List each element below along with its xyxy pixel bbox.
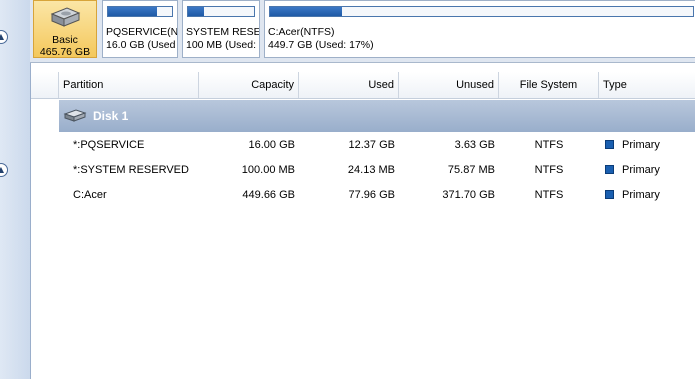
usage-bar — [107, 6, 173, 17]
collapse-section-icon[interactable]: ▲ — [0, 163, 8, 177]
primary-partition-icon — [605, 165, 614, 174]
cell-unused: 3.63 GB — [454, 139, 495, 151]
header-type[interactable]: Type — [599, 72, 695, 98]
primary-partition-icon — [605, 140, 614, 149]
cell-unused: 371.70 GB — [442, 189, 495, 201]
partition-block-usage: 449.7 GB (Used: 17%) — [268, 39, 374, 51]
cell-capacity: 16.00 GB — [248, 139, 295, 151]
cell-used: 24.13 MB — [347, 164, 395, 176]
partition-block-pqservice[interactable]: PQSERVICE(NT 16.0 GB (Used — [102, 0, 178, 58]
cell-used: 12.37 GB — [348, 139, 395, 151]
partition-block-name: PQSERVICE(NT — [106, 26, 178, 38]
cell-partition: *:SYSTEM RESERVED — [73, 164, 189, 176]
partition-block-c-acer[interactable]: C:Acer(NTFS) 449.7 GB (Used: 17%) — [264, 0, 695, 58]
cell-file-system: NTFS — [534, 189, 564, 201]
collapse-section-icon[interactable]: ▲ — [0, 30, 8, 44]
disk-group-label: Disk 1 — [93, 109, 129, 123]
usage-bar — [269, 6, 694, 17]
partition-table: Partition Capacity Used Unused File Syst… — [31, 72, 695, 379]
disk-size-label: 465.76 GB — [39, 46, 91, 58]
cell-file-system: NTFS — [534, 164, 564, 176]
partition-block-name: SYSTEM RESERVED — [186, 26, 260, 38]
cell-type: Primary — [599, 133, 695, 158]
cell-used: 77.96 GB — [348, 189, 395, 201]
cell-capacity: 100.00 MB — [241, 164, 295, 176]
primary-partition-icon — [605, 190, 614, 199]
cell-type-label: Primary — [622, 164, 660, 176]
disk-group-row[interactable]: Disk 1 — [59, 100, 695, 132]
left-panel-edge: ▲ ▲ — [0, 0, 31, 379]
table-header: Partition Capacity Used Unused File Syst… — [31, 72, 695, 99]
cell-file-system: NTFS — [534, 139, 564, 151]
hard-disk-icon — [63, 109, 87, 126]
cell-type-label: Primary — [622, 139, 660, 151]
table-row[interactable]: *:SYSTEM RESERVED 100.00 MB 24.13 MB 75.… — [31, 158, 695, 183]
disk-type-label: Basic — [52, 34, 78, 46]
table-row[interactable]: *:PQSERVICE 16.00 GB 12.37 GB 3.63 GB NT… — [31, 133, 695, 158]
hard-disk-icon — [49, 5, 81, 34]
table-row[interactable]: C:Acer 449.66 GB 77.96 GB 371.70 GB NTFS… — [31, 183, 695, 208]
cell-type-label: Primary — [622, 189, 660, 201]
header-capacity[interactable]: Capacity — [199, 72, 299, 98]
partition-block-usage: 100 MB (Used: 24%) — [186, 39, 259, 51]
header-partition[interactable]: Partition — [59, 72, 199, 98]
usage-bar — [187, 6, 255, 17]
disk-basic-block[interactable]: Basic 465.76 GB — [33, 0, 97, 58]
cell-type: Primary — [599, 183, 695, 208]
header-used[interactable]: Used — [299, 72, 399, 98]
header-file-system[interactable]: File System — [499, 72, 599, 98]
cell-type: Primary — [599, 158, 695, 183]
header-unused[interactable]: Unused — [399, 72, 499, 98]
header-blank — [31, 72, 59, 98]
partition-block-system-reserved[interactable]: SYSTEM RESERVED 100 MB (Used: 24%) — [182, 0, 260, 58]
cell-partition: *:PQSERVICE — [73, 139, 145, 151]
cell-partition: C:Acer — [73, 189, 107, 201]
partition-block-usage: 16.0 GB (Used — [106, 39, 176, 51]
cell-unused: 75.87 MB — [447, 164, 495, 176]
partition-block-name: C:Acer(NTFS) — [268, 26, 335, 38]
cell-capacity: 449.66 GB — [242, 189, 295, 201]
disk-map: Basic 465.76 GB PQSERVICE(NT 16.0 GB (Us… — [30, 0, 695, 63]
